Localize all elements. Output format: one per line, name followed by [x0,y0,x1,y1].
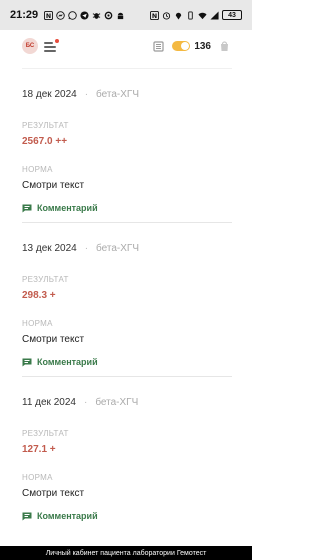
comment-icon [22,358,32,366]
test-name: бета-ХГЧ [96,89,140,100]
result-value: 2567.0 ++ [22,136,68,147]
signal-icon [210,10,219,20]
telegram-icon [80,10,89,20]
comment-label: Комментарий [37,203,98,213]
result-value: 298.3 + [22,290,56,301]
result-label: РЕЗУЛЬТАТ [22,275,69,284]
cart-icon[interactable] [219,40,230,52]
card-header: 11 дек 2024 · бета-ХГЧ [22,397,138,408]
location-icon [175,12,182,20]
android-icon [117,12,124,19]
coins-balance[interactable]: 136 [172,41,211,52]
comment-button[interactable]: Комментарий [22,511,98,521]
comment-icon [22,204,32,212]
card-header: 18 дек 2024 · бета-ХГЧ [22,89,139,100]
system-status-bar: 21:29 N N 43 [0,0,252,30]
status-time: 21:29 [10,9,39,21]
n-icon: N [44,10,54,20]
notification-dot [55,39,59,43]
app-header: БС 136 [0,30,252,62]
document-list-icon[interactable] [153,40,164,52]
coins-icon [172,41,191,51]
comment-label: Комментарий [37,511,98,521]
svg-text:N: N [152,13,157,20]
svg-text:N: N [46,13,51,20]
result-label: РЕЗУЛЬТАТ [22,121,69,130]
result-date: 13 дек 2024 [22,243,77,254]
comment-icon [22,512,32,520]
separator-dot: · [84,243,89,254]
battery-icon: 43 [222,10,242,20]
comment-button[interactable]: Комментарий [22,357,98,367]
coins-count: 136 [194,40,211,52]
test-name: бета-ХГЧ [96,243,140,254]
norm-label: НОРМА [22,473,53,482]
vibrate-icon [188,10,193,20]
wifi-icon [198,12,207,19]
result-label: РЕЗУЛЬТАТ [22,429,69,438]
result-date: 18 дек 2024 [22,89,77,100]
bug-icon [92,12,101,19]
separator-dot: · [84,89,89,100]
norm-value: Смотри текст [22,488,85,499]
whatsapp-icon [68,10,77,20]
norm-value: Смотри текст [22,334,85,345]
avatar[interactable]: БС [22,38,38,54]
norm-label: НОРМА [22,165,53,174]
alarm-icon [162,11,171,20]
norm-value: Смотри текст [22,180,85,191]
comment-label: Комментарий [37,357,98,367]
settings-icon [104,11,113,19]
result-card: 13 дек 2024 · бета-ХГЧ РЕЗУЛЬТАТ 298.3 +… [22,222,232,376]
norm-label: НОРМА [22,319,53,328]
messenger-icon [56,10,65,20]
test-name: бета-ХГЧ [95,397,139,408]
separator-dot: · [83,397,88,408]
comment-button[interactable]: Комментарий [22,203,98,213]
result-date: 11 дек 2024 [22,397,76,408]
result-value: 127.1 + [22,444,56,455]
nfc-icon: N [150,10,159,20]
card-header: 13 дек 2024 · бета-ХГЧ [22,243,139,254]
results-list: 18 дек 2024 · бета-ХГЧ РЕЗУЛЬТАТ 2567.0 … [22,68,232,530]
result-card: 11 дек 2024 · бета-ХГЧ РЕЗУЛЬТАТ 127.1 +… [22,376,232,530]
footer-text: Личный кабинет пациента лаборатории Гемо… [45,549,207,557]
result-card: 18 дек 2024 · бета-ХГЧ РЕЗУЛЬТАТ 2567.0 … [22,68,232,222]
footer-bar: Личный кабинет пациента лаборатории Гемо… [0,546,252,560]
menu-icon[interactable] [44,39,59,52]
